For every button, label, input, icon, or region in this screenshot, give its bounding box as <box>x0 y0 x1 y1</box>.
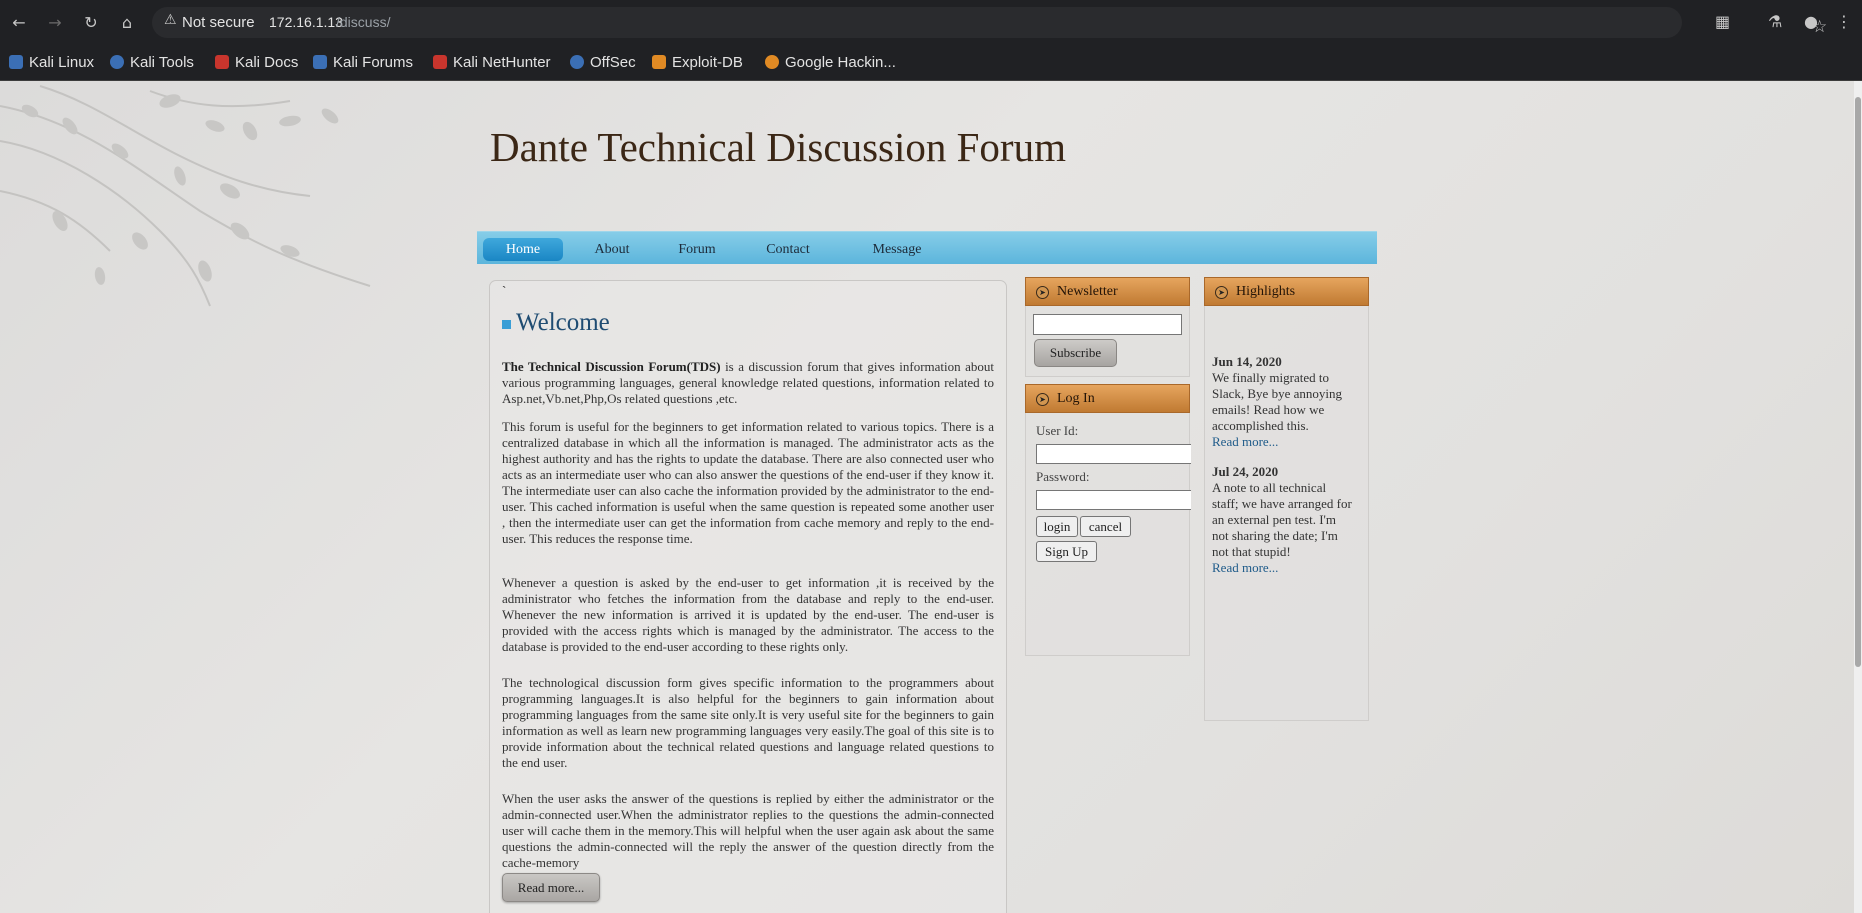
paragraph-4: The technological discussion form gives … <box>502 675 994 770</box>
kali-linux-icon <box>9 55 23 69</box>
menu-icon[interactable]: ⋮ <box>1836 12 1852 31</box>
menu-forum[interactable]: Forum <box>667 239 727 261</box>
read-more-button[interactable]: Read more... <box>502 873 600 902</box>
bookmark-google-hacking[interactable]: Google Hackin... <box>765 51 896 73</box>
bookmark-offsec[interactable]: OffSec <box>570 51 636 73</box>
menu-contact[interactable]: Contact <box>753 239 823 261</box>
intro-paragraph: The Technical Discussion Forum(TDS) is a… <box>502 359 994 407</box>
security-label[interactable]: Not secure <box>182 14 255 31</box>
highlights-title: Highlights <box>1236 284 1296 299</box>
offsec-icon <box>570 55 584 69</box>
branch-decoration <box>0 85 371 307</box>
user-id-input[interactable] <box>1036 444 1191 464</box>
newsletter-email-input[interactable] <box>1033 314 1182 335</box>
arrow-right-icon: ➤ <box>1215 286 1228 299</box>
login-panel: ➤ Log In User Id: Password: login cancel… <box>1025 384 1191 656</box>
arrow-right-icon: ➤ <box>1036 286 1049 299</box>
subscribe-button[interactable]: Subscribe <box>1034 339 1117 367</box>
extensions-icon[interactable]: ▦ <box>1715 12 1730 31</box>
login-title: Log In <box>1057 391 1095 406</box>
menu-message[interactable]: Message <box>857 239 937 261</box>
highlight-read-more-link[interactable]: Read more... <box>1212 560 1278 576</box>
reload-icon[interactable]: ↻ <box>80 12 102 34</box>
web-page: Dante Technical Discussion Forum Home Ab… <box>0 81 1862 913</box>
kali-docs-icon <box>215 55 229 69</box>
profile-icon[interactable]: ● <box>1804 12 1818 31</box>
bookmark-kali-docs[interactable]: Kali Docs <box>215 51 298 73</box>
highlight-date: Jul 24, 2020 <box>1212 464 1279 479</box>
warning-icon[interactable]: ⚠ <box>164 12 177 28</box>
address-bar[interactable]: ⚠ Not secure 172.16.1.13 /discuss/ ☆ <box>152 7 1827 38</box>
newsletter-header: ➤ Newsletter <box>1025 277 1190 306</box>
bookmarks-bar: Kali Linux Kali Tools Kali Docs Kali For… <box>0 45 1862 81</box>
highlight-text: A note to all technical staff; we have a… <box>1212 480 1352 559</box>
paragraph-3: Whenever a question is asked by the end-… <box>502 575 994 654</box>
back-icon[interactable]: ← <box>8 12 30 34</box>
highlight-text: We finally migrated to Slack, Bye bye an… <box>1212 370 1342 433</box>
sign-up-button[interactable]: Sign Up <box>1036 541 1097 562</box>
bullet-icon <box>502 320 511 329</box>
highlight-read-more-link[interactable]: Read more... <box>1212 434 1278 450</box>
newsletter-title: Newsletter <box>1057 284 1118 299</box>
google-hacking-icon <box>765 55 779 69</box>
paragraph-5: When the user asks the answer of the que… <box>502 791 994 870</box>
url-host: 172.16.1.13 <box>269 14 343 30</box>
newsletter-panel: ➤ Newsletter Subscribe <box>1025 277 1190 377</box>
bookmark-kali-tools[interactable]: Kali Tools <box>110 51 194 73</box>
password-label: Password: <box>1036 469 1090 484</box>
user-id-label: User Id: <box>1036 423 1079 438</box>
forward-icon[interactable]: → <box>44 12 66 34</box>
highlights-header: ➤ Highlights <box>1204 277 1369 306</box>
login-button[interactable]: login <box>1036 516 1078 537</box>
highlights-panel: ➤ Highlights Jun 14, 2020 We finally mig… <box>1204 277 1369 721</box>
bookmark-kali-nethunter[interactable]: Kali NetHunter <box>433 51 551 73</box>
login-header: ➤ Log In <box>1025 384 1190 413</box>
page-scrollbar[interactable] <box>1854 81 1862 913</box>
main-content: ` Welcome The Technical Discussion Forum… <box>489 280 1007 913</box>
menu-about[interactable]: About <box>582 239 642 261</box>
stray-character: ` <box>502 283 507 298</box>
kali-nethunter-icon <box>433 55 447 69</box>
exploit-db-icon <box>652 55 666 69</box>
highlight-date: Jun 14, 2020 <box>1212 354 1282 369</box>
url-path: /discuss/ <box>336 14 391 30</box>
kali-tools-icon <box>110 55 124 69</box>
bookmark-exploit-db[interactable]: Exploit-DB <box>652 51 743 73</box>
browser-toolbar: ← → ↻ ⌂ ⚠ Not secure 172.16.1.13 /discus… <box>0 0 1862 45</box>
arrow-right-icon: ➤ <box>1036 393 1049 406</box>
cancel-button[interactable]: cancel <box>1080 516 1131 537</box>
kali-forums-icon <box>313 55 327 69</box>
home-icon[interactable]: ⌂ <box>116 12 138 34</box>
menu-home[interactable]: Home <box>483 238 563 261</box>
bookmark-kali-linux[interactable]: Kali Linux <box>9 51 94 73</box>
site-title: Dante Technical Discussion Forum <box>490 124 1066 170</box>
paragraph-2: This forum is useful for the beginners t… <box>502 419 994 546</box>
scrollbar-thumb[interactable] <box>1855 97 1861 667</box>
welcome-heading: Welcome <box>502 309 610 337</box>
main-menu: Home About Forum Contact Message <box>477 231 1377 264</box>
intro-bold: The Technical Discussion Forum(TDS) <box>502 359 721 374</box>
welcome-text: Welcome <box>516 309 610 336</box>
labs-icon[interactable]: ⚗ <box>1768 12 1782 31</box>
bookmark-kali-forums[interactable]: Kali Forums <box>313 51 413 73</box>
password-input[interactable] <box>1036 490 1191 510</box>
